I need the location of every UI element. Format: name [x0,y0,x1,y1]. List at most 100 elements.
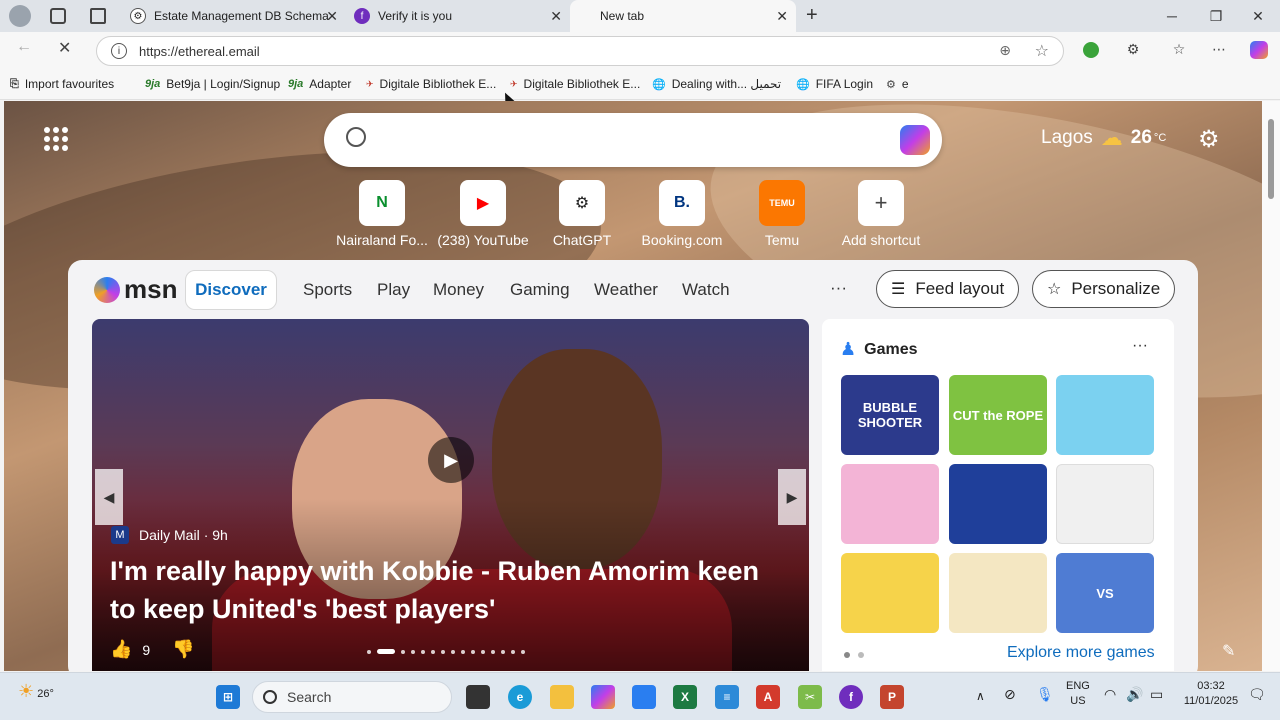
game-tile[interactable] [1056,464,1154,544]
game-tile[interactable] [841,464,939,544]
copilot-icon[interactable] [900,125,930,155]
minimize-button[interactable]: ─ [1150,0,1194,32]
favorite-star-icon[interactable]: ☆ [1035,41,1049,61]
start-button[interactable]: ⊞ [216,685,240,709]
taskbar-weather[interactable]: ☀ 26° [18,681,54,702]
web-search-box[interactable] [324,113,942,167]
language-indicator[interactable]: ENG US [1066,679,1090,709]
tab-watch[interactable]: Watch [682,280,730,300]
taskbar-search[interactable]: Search [252,681,452,713]
carousel-prev-button[interactable]: ◀ [95,469,123,525]
edge-icon[interactable]: e [508,685,532,709]
volume-icon[interactable]: 🔊 [1126,687,1143,702]
shortcut-nairaland[interactable]: N Nairaland Fo... [332,180,432,248]
notifications-icon[interactable]: 🗨 [1248,687,1266,702]
tray-mic-icon[interactable]: 🎙 [1036,687,1054,702]
tab-sports[interactable]: Sports [303,280,352,300]
tab-verify[interactable]: f Verify it is you ✕ [346,0,570,32]
tab-play[interactable]: Play [377,280,410,300]
bookmark-e[interactable]: ⚙ e [886,77,909,91]
news-headline[interactable]: I'm really happy with Kobbie - Ruben Amo… [110,552,790,628]
zoom-icon[interactable]: ⊕ [999,42,1011,59]
favorites-icon[interactable]: ☆ [1170,40,1188,58]
add-shortcut-button[interactable]: + Add shortcut [831,180,931,248]
play-video-button[interactable]: ▶ [428,437,474,483]
vertical-tabs-icon[interactable] [90,8,106,24]
tab-discover[interactable]: Discover [185,270,277,310]
excel-icon[interactable]: X [673,685,697,709]
carousel-indicators[interactable] [367,649,525,654]
games-page-dots[interactable] [844,652,864,658]
game-tile[interactable] [841,553,939,633]
extension-green-icon[interactable] [1083,42,1099,58]
page-scrollbar[interactable] [1262,101,1280,671]
bookmark-fifa[interactable]: 🌐 FIFA Login [796,77,873,91]
game-tile[interactable] [949,553,1047,633]
game-tile[interactable]: CUT the ROPE [949,375,1047,455]
tab-new-tab[interactable]: New tab ✕ [570,0,796,32]
game-tile[interactable]: VS [1056,553,1154,633]
bookmark-dealing[interactable]: 🌐 Dealing with... تحميل [652,77,781,91]
game-tile[interactable] [1056,375,1154,455]
game-tile[interactable] [949,464,1047,544]
maximize-button[interactable]: ❐ [1194,0,1238,32]
feed-layout-button[interactable]: ☰ Feed layout [876,270,1020,308]
close-tab-icon[interactable]: ✕ [776,8,788,25]
apps-launcher-icon[interactable] [44,127,68,151]
scrollbar-thumb[interactable] [1268,119,1274,199]
workspaces-icon[interactable] [50,8,66,24]
tab-gaming[interactable]: Gaming [510,280,570,300]
thumbs-down-icon[interactable]: 👎 [172,639,194,660]
bookmark-adapter[interactable]: 9ja Adapter [288,77,351,91]
copilot-icon[interactable] [1250,41,1268,59]
copilot-icon[interactable] [591,685,615,709]
tab-weather[interactable]: Weather [594,280,658,300]
news-source[interactable]: M Daily Mail · 9h [111,526,228,544]
thumbs-up-icon[interactable]: 👍 [110,639,132,660]
msn-logo[interactable]: msn [94,274,177,305]
close-tab-icon[interactable]: ✕ [326,8,338,25]
taskview-icon[interactable] [466,685,490,709]
bookmark-digitale-1[interactable]: ✈ Digitale Bibliothek E... [366,77,496,91]
tray-chevron-icon[interactable]: ∧ [976,689,985,704]
bookmark-import[interactable]: ⎘ Import favourites [10,77,114,91]
settings-gear-icon[interactable]: ⚙ [1198,125,1220,154]
file-explorer-icon[interactable] [550,685,574,709]
carousel-next-button[interactable]: ▶ [778,469,806,525]
bookmark-digitale-2[interactable]: ✈ Digitale Bibliothek E... [510,77,640,91]
hero-news-card[interactable]: ◀ ▶ ▶ M Daily Mail · 9h I'm really happy… [92,319,809,671]
feedback-icon[interactable]: ✎ [1222,641,1235,661]
extensions-icon[interactable]: ⚙ [1124,40,1142,58]
more-tabs-button[interactable]: ··· [830,278,847,298]
notepad-icon[interactable]: ≡ [715,685,739,709]
clock[interactable]: 03:32 11/01/2025 [1180,679,1242,709]
profile-icon[interactable] [9,5,31,27]
back-icon[interactable]: ← [16,38,32,56]
pdf-icon[interactable]: A [756,685,780,709]
store-icon[interactable] [632,685,656,709]
tab-money[interactable]: Money [433,280,484,300]
stop-loading-icon[interactable]: ✕ [58,38,71,58]
tab-estate-management[interactable]: ⚙ Estate Management DB Schema ✕ [122,0,346,32]
close-window-button[interactable]: ✕ [1236,0,1280,32]
address-bar[interactable]: i https://ethereal.email ⊕ ☆ [96,36,1064,66]
shortcut-chatgpt[interactable]: ⚙ ChatGPT [532,180,632,248]
shortcut-temu[interactable]: TEMU Temu [732,180,832,248]
shortcut-booking[interactable]: B. Booking.com [632,180,732,248]
info-icon[interactable]: i [111,43,127,59]
tray-network-off-icon[interactable]: ⊘ [1004,687,1016,702]
wifi-icon[interactable]: ◠ [1104,687,1116,702]
close-tab-icon[interactable]: ✕ [550,8,562,25]
more-menu-icon[interactable]: ⋯ [1210,40,1228,58]
personalize-button[interactable]: ☆ Personalize [1032,270,1176,308]
bookmark-bet9ja[interactable]: 9ja Bet9ja | Login/Signup [145,77,280,91]
powerpoint-icon[interactable]: P [880,685,904,709]
shortcut-youtube[interactable]: ▶ (238) YouTube [433,180,533,248]
explore-more-games-link[interactable]: Explore more games [1007,644,1155,662]
game-tile[interactable]: BUBBLE SHOOTER [841,375,939,455]
new-tab-button[interactable]: + [806,4,818,27]
weather-widget[interactable]: Lagos ☁ 26 °C [1041,125,1166,151]
games-more-button[interactable]: ··· [1132,337,1148,355]
snipping-icon[interactable]: ✂ [798,685,822,709]
battery-icon[interactable]: ▭ [1150,687,1163,702]
